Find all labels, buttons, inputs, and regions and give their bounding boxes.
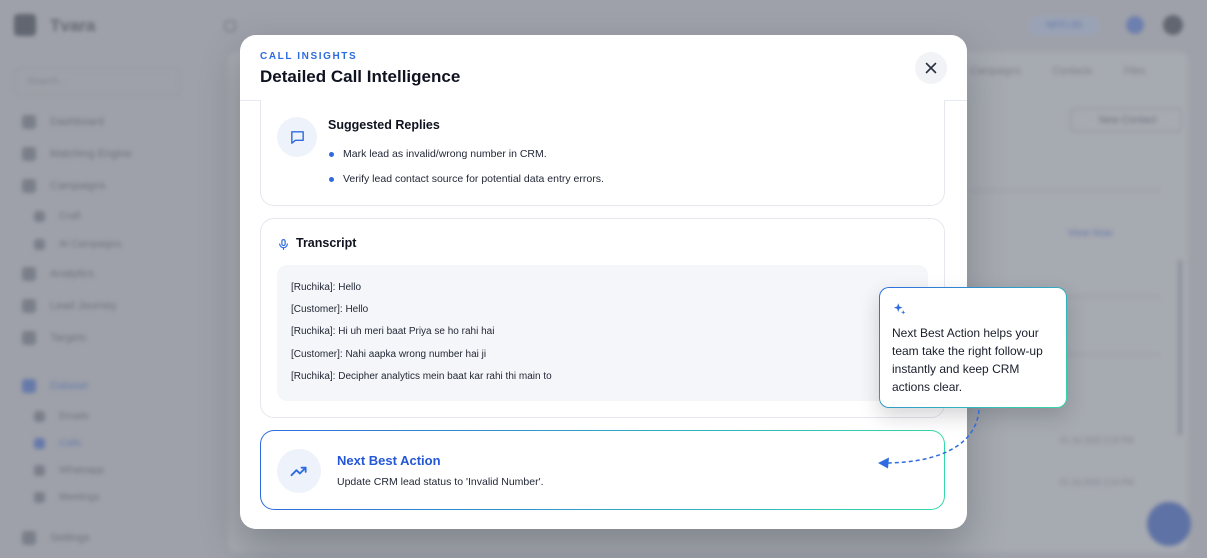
close-icon <box>925 62 937 74</box>
close-button[interactable] <box>915 52 947 84</box>
suggested-replies-heading: Suggested Replies <box>328 118 440 132</box>
next-best-action-tooltip: Next Best Action helps your team take th… <box>879 287 1067 408</box>
suggested-replies-icon-wrap <box>277 117 317 157</box>
suggested-reply-item: Verify lead contact source for potential… <box>329 173 604 185</box>
transcript-line: [Ruchika]: Decipher analytics mein baat … <box>291 371 552 382</box>
transcript-line: [Ruchika]: Hello <box>291 282 362 293</box>
bullet-icon <box>329 176 334 182</box>
next-best-action-title: Next Best Action <box>337 453 441 468</box>
mic-icon <box>279 239 288 250</box>
bullet-icon <box>329 151 334 157</box>
transcript-card: Transcript [Ruchika]: Hello [Customer]: … <box>260 218 945 418</box>
modal-title: Detailed Call Intelligence <box>260 67 461 86</box>
suggested-reply-text: Verify lead contact source for potential… <box>343 173 604 185</box>
transcript-line: [Customer]: Nahi aapka wrong number hai … <box>291 349 487 360</box>
transcript-line: [Ruchika]: Hi uh meri baat Priya se ho r… <box>291 326 495 337</box>
modal-eyebrow: CALL INSIGHTS <box>260 51 358 62</box>
transcript-line: [Customer]: Hello <box>291 304 369 315</box>
trending-up-icon <box>290 466 307 477</box>
transcript-body: [Ruchika]: Hello [Customer]: Hello [Ruch… <box>277 265 928 401</box>
call-insights-modal: CALL INSIGHTS Detailed Call Intelligence… <box>240 35 967 529</box>
suggested-reply-item: Mark lead as invalid/wrong number in CRM… <box>329 148 547 160</box>
next-best-action-text: Update CRM lead status to 'Invalid Numbe… <box>337 476 544 488</box>
message-square-icon <box>290 130 304 144</box>
tooltip-text: Next Best Action helps your team take th… <box>892 326 1043 394</box>
sparkle-icon <box>893 303 906 315</box>
next-best-action-icon-wrap <box>277 449 321 493</box>
transcript-heading: Transcript <box>296 236 357 250</box>
suggested-replies-card: Suggested Replies Mark lead as invalid/w… <box>260 100 945 206</box>
next-best-action-card: Next Best Action Update CRM lead status … <box>260 430 945 510</box>
modal-header: CALL INSIGHTS Detailed Call Intelligence <box>240 35 967 101</box>
suggested-reply-text: Mark lead as invalid/wrong number in CRM… <box>343 148 547 160</box>
